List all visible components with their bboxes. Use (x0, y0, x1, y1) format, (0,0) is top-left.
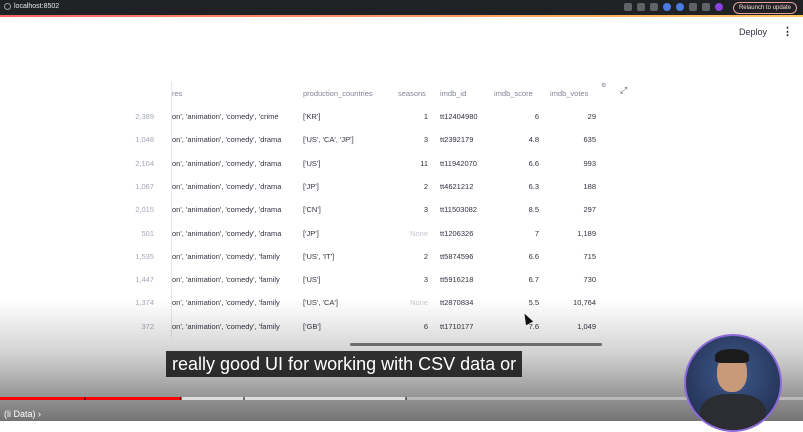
imdb-score-cell[interactable]: 6.3 (505, 182, 539, 191)
imdb-score-cell[interactable]: 7 (505, 229, 539, 238)
production-countries-cell[interactable]: ['US', 'CA', 'JP'] (303, 135, 354, 144)
imdb-votes-cell[interactable]: 993 (556, 159, 596, 168)
genres-cell[interactable]: on', 'animation', 'comedy', 'crime (172, 112, 279, 121)
genres-cell[interactable]: on', 'animation', 'comedy', 'drama (172, 205, 281, 214)
row-index-cell[interactable]: 2,389 (130, 112, 154, 121)
imdb-votes-cell[interactable]: 1,189 (556, 229, 596, 238)
seasons-cell[interactable]: 3 (398, 275, 428, 284)
share-icon[interactable] (637, 3, 645, 11)
played-segment (0, 397, 181, 400)
address-text: localhost:8502 (14, 3, 60, 10)
seasons-cell[interactable]: 3 (398, 135, 428, 144)
production-countries-cell[interactable]: ['CN'] (303, 205, 321, 214)
imdb-id-cell[interactable]: tt11503082 (440, 205, 477, 214)
imdb-score-cell[interactable]: 6.7 (505, 275, 539, 284)
presenter-webcam (684, 334, 782, 432)
genres-cell[interactable]: on', 'animation', 'comedy', 'drama (172, 229, 281, 238)
genres-cell[interactable]: on', 'animation', 'comedy', 'family (172, 275, 280, 284)
bookmark-icon[interactable] (650, 3, 658, 11)
deploy-button[interactable]: Deploy (739, 27, 767, 37)
imdb-id-cell[interactable]: tt4621212 (440, 182, 473, 191)
puzzle-icon[interactable] (689, 3, 697, 11)
imdb-score-cell[interactable]: 8.5 (505, 205, 539, 214)
search-icon[interactable] (624, 3, 632, 11)
chapter-title[interactable]: (li Data) › (4, 409, 41, 419)
profile-icon[interactable] (715, 3, 723, 11)
imdb-score-cell[interactable]: 6 (505, 112, 539, 121)
column-header[interactable]: imdb_id (440, 89, 466, 98)
extension-icon[interactable] (676, 3, 684, 11)
genres-cell[interactable]: on', 'animation', 'comedy', 'drama (172, 182, 281, 191)
address-bar[interactable]: localhost:8502 (4, 3, 59, 10)
column-header[interactable]: imdb_score (494, 89, 533, 98)
genres-cell[interactable]: on', 'animation', 'comedy', 'drama (172, 135, 281, 144)
row-index-cell[interactable]: 2,104 (130, 159, 154, 168)
site-info-icon[interactable] (4, 3, 11, 10)
video-progress-bar[interactable] (0, 397, 803, 400)
imdb-votes-cell[interactable]: 635 (556, 135, 596, 144)
imdb-votes-cell[interactable]: 188 (556, 182, 596, 191)
imdb-score-cell[interactable]: 6.6 (505, 159, 539, 168)
chapter-marker (180, 397, 182, 400)
genres-cell[interactable]: on', 'animation', 'comedy', 'family (172, 252, 280, 261)
genres-cell[interactable]: on', 'animation', 'comedy', 'drama (172, 159, 281, 168)
presenter-hair (715, 349, 749, 363)
header-decoration (0, 15, 803, 17)
row-index-cell[interactable]: 501 (130, 229, 154, 238)
imdb-votes-cell[interactable]: 29 (556, 112, 596, 121)
imdb-votes-cell[interactable]: 297 (556, 205, 596, 214)
relaunch-button[interactable]: Relaunch to update (732, 2, 797, 14)
imdb-id-cell[interactable]: tt11942070 (440, 159, 477, 168)
chapter-marker (84, 397, 86, 400)
seasons-cell[interactable]: 11 (398, 159, 428, 168)
seasons-cell[interactable]: 2 (398, 252, 428, 261)
sidebar-icon[interactable] (702, 3, 710, 11)
seasons-cell[interactable]: None (398, 229, 428, 238)
seasons-cell[interactable]: 2 (398, 182, 428, 191)
imdb-votes-cell[interactable]: 715 (556, 252, 596, 261)
subtitle-caption: really good UI for working with CSV data… (166, 351, 523, 377)
buffered-segment (180, 397, 406, 400)
production-countries-cell[interactable]: ['US'] (303, 275, 320, 284)
extension-icon[interactable] (663, 3, 671, 11)
production-countries-cell[interactable]: ['JP'] (303, 182, 319, 191)
production-countries-cell[interactable]: ['KR'] (303, 112, 320, 121)
main-menu-icon[interactable]: ⋮ (782, 25, 793, 38)
column-settings-icon[interactable]: ⚙ (601, 82, 606, 89)
production-countries-cell[interactable]: ['US'] (303, 159, 320, 168)
row-index-cell[interactable]: 1,535 (130, 252, 154, 261)
column-header[interactable]: imdb_votes (550, 89, 588, 98)
row-index-cell[interactable]: 1,048 (130, 135, 154, 144)
extension-icons (624, 3, 723, 11)
seasons-cell[interactable]: 3 (398, 205, 428, 214)
imdb-id-cell[interactable]: tt5916218 (440, 275, 473, 284)
seasons-cell[interactable]: 1 (398, 112, 428, 121)
browser-toolbar: localhost:8502 Relaunch to update (0, 0, 803, 15)
production-countries-cell[interactable]: ['JP'] (303, 229, 319, 238)
row-index-cell[interactable]: 2,015 (130, 205, 154, 214)
row-index-cell[interactable]: 1,067 (130, 182, 154, 191)
chapter-marker (243, 397, 245, 400)
production-countries-cell[interactable]: ['US', 'IT'] (303, 252, 334, 261)
imdb-score-cell[interactable]: 6.6 (505, 252, 539, 261)
presenter-body (700, 394, 766, 430)
column-header[interactable]: seasons (398, 89, 426, 98)
imdb-id-cell[interactable]: tt5874596 (440, 252, 473, 261)
fullscreen-icon[interactable]: ⤢ (620, 85, 627, 96)
imdb-score-cell[interactable]: 4.8 (505, 135, 539, 144)
chapter-marker (405, 397, 407, 400)
imdb-id-cell[interactable]: tt1206326 (440, 229, 473, 238)
imdb-id-cell[interactable]: tt2392179 (440, 135, 473, 144)
row-index-cell[interactable]: 1,447 (130, 275, 154, 284)
imdb-votes-cell[interactable]: 730 (556, 275, 596, 284)
imdb-id-cell[interactable]: tt12404980 (440, 112, 478, 121)
column-header[interactable]: production_countries (303, 89, 373, 98)
column-header[interactable]: res (172, 89, 182, 98)
